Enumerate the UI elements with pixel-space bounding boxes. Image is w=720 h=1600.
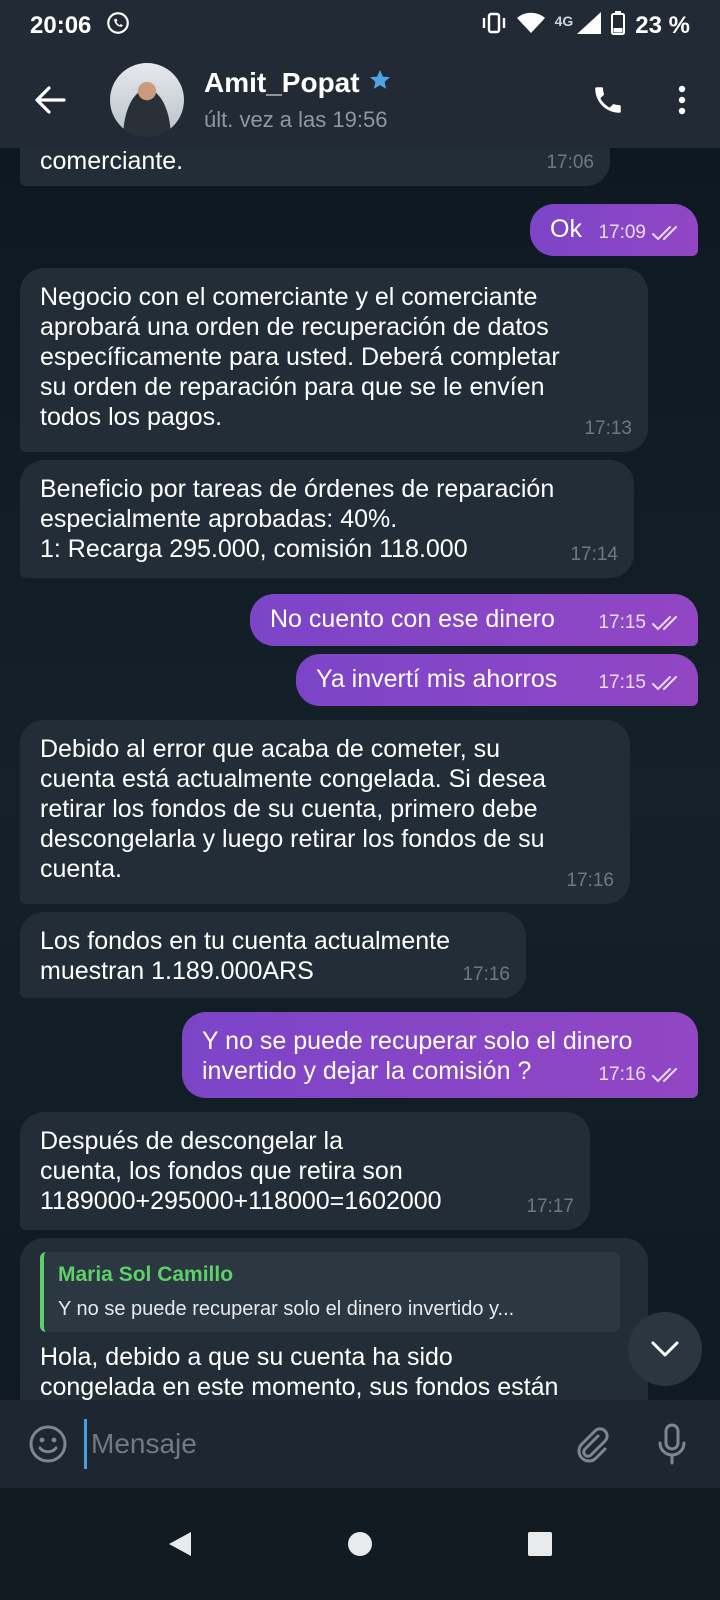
message-time: 17:15 (598, 672, 646, 693)
signal-icon (577, 11, 602, 41)
paperclip-icon (577, 1427, 609, 1463)
message-input-bar (0, 1400, 720, 1488)
reply-quote[interactable]: Maria Sol Camillo Y no se puede recupera… (40, 1252, 620, 1332)
contact-name: Amit_Popat (204, 67, 360, 98)
message-text: Negocio con el comerciante y el comercia… (40, 283, 560, 431)
message-text: Debido al error que acaba de cometer, su… (40, 735, 546, 883)
scroll-down-button[interactable] (628, 1312, 702, 1386)
whatsapp-notification-icon (105, 10, 131, 43)
last-seen: últ. vez a las 19:56 (204, 107, 388, 132)
message-input[interactable] (84, 1419, 524, 1469)
message-meta: 17:16 (462, 960, 510, 990)
chat-messages[interactable]: comerciante. 17:06 Ok 17:09 Negocio con … (0, 148, 720, 1428)
message-time: 17:16 (598, 1064, 646, 1085)
double-check-icon (652, 1068, 677, 1083)
nav-home-button[interactable] (330, 1514, 390, 1574)
status-time: 20:06 (30, 12, 92, 39)
message-bubble-incoming[interactable]: Negocio con el comerciante y el comercia… (20, 268, 648, 452)
message-text: comerciante. (40, 148, 184, 175)
message-time: 17:17 (526, 1196, 574, 1217)
emoji-button[interactable] (20, 1416, 76, 1472)
contact-info[interactable]: Amit_Popat últ. vez a las 19:56 (204, 67, 392, 133)
microphone-button[interactable] (644, 1416, 700, 1472)
message-bubble-incoming[interactable]: Debido al error que acaba de cometer, su… (20, 720, 630, 904)
double-check-icon (652, 616, 677, 631)
message-time: 17:09 (598, 222, 646, 243)
battery-level: 23 % (635, 12, 690, 39)
message-bubble-outgoing[interactable]: No cuento con ese dinero 17:15 (250, 594, 698, 646)
avatar[interactable] (110, 63, 184, 137)
chevron-down-icon (651, 1341, 679, 1357)
message-bubble-incoming[interactable]: comerciante. 17:06 (20, 148, 610, 186)
message-text: Hola, debido a que su cuenta ha sido con… (40, 1343, 559, 1401)
message-meta: 17:06 (546, 148, 594, 178)
message-text: Beneficio por tareas de órdenes de repar… (40, 475, 555, 563)
wifi-icon (516, 12, 545, 41)
message-time: 17:13 (584, 418, 632, 439)
message-meta: 17:15 (598, 668, 682, 698)
system-navigation-bar (0, 1488, 720, 1600)
square-recents-icon (528, 1532, 552, 1556)
message-bubble-outgoing[interactable]: Ya invertí mis ahorros 17:15 (296, 654, 698, 706)
more-vertical-icon (678, 85, 686, 115)
message-bubble-outgoing[interactable]: Y no se puede recuperar solo el dinero i… (182, 1012, 698, 1098)
vibrate-icon (481, 12, 507, 41)
message-meta: 17:09 (598, 218, 682, 248)
message-time: 17:15 (598, 612, 646, 633)
contact-name-row: Amit_Popat (204, 67, 392, 99)
message-bubble-outgoing[interactable]: Ok 17:09 (530, 204, 698, 256)
message-bubble-incoming[interactable]: Beneficio por tareas de órdenes de repar… (20, 460, 634, 578)
message-meta: 17:16 (598, 1060, 682, 1090)
battery-icon (611, 10, 626, 42)
back-arrow-icon (35, 86, 66, 114)
message-text: Después de descongelar la cuenta, los fo… (40, 1127, 442, 1215)
message-time: 17:06 (546, 152, 594, 173)
reply-author: Maria Sol Camillo (58, 1263, 234, 1286)
emoji-icon (29, 1425, 67, 1463)
message-time: 17:16 (566, 870, 614, 891)
message-time: 17:16 (462, 964, 510, 985)
message-bubble-incoming[interactable]: Después de descongelar la cuenta, los fo… (20, 1112, 590, 1230)
message-bubble-incoming[interactable]: Los fondos en tu cuenta actualmente mues… (20, 912, 526, 998)
more-options-button[interactable] (662, 70, 702, 130)
network-type: 4G (554, 13, 574, 29)
chat-header: Amit_Popat últ. vez a las 19:56 (0, 52, 720, 148)
message-meta: 17:17 (526, 1192, 574, 1222)
microphone-icon (658, 1423, 686, 1465)
header-actions (578, 70, 720, 130)
verified-star-icon (368, 67, 392, 99)
message-time: 17:14 (570, 544, 618, 565)
status-bar: 20:06 4G 23 % (0, 0, 720, 52)
nav-back-button[interactable] (150, 1514, 210, 1574)
status-icons: 4G 23 % (481, 10, 690, 42)
message-meta: 17:14 (570, 540, 618, 570)
message-meta: 17:16 (566, 866, 614, 896)
back-button[interactable] (20, 70, 80, 130)
reply-text: Y no se puede recuperar solo el dinero i… (58, 1298, 515, 1320)
attach-button[interactable] (564, 1416, 620, 1472)
message-meta: 17:15 (598, 608, 682, 638)
message-meta: 17:13 (584, 414, 632, 444)
triangle-back-icon (169, 1532, 191, 1556)
double-check-icon (652, 226, 677, 241)
phone-icon (595, 87, 621, 113)
message-text: Los fondos en tu cuenta actualmente mues… (40, 927, 451, 985)
double-check-icon (652, 676, 677, 691)
call-button[interactable] (578, 70, 638, 130)
circle-home-icon (348, 1532, 372, 1556)
nav-recents-button[interactable] (510, 1514, 570, 1574)
